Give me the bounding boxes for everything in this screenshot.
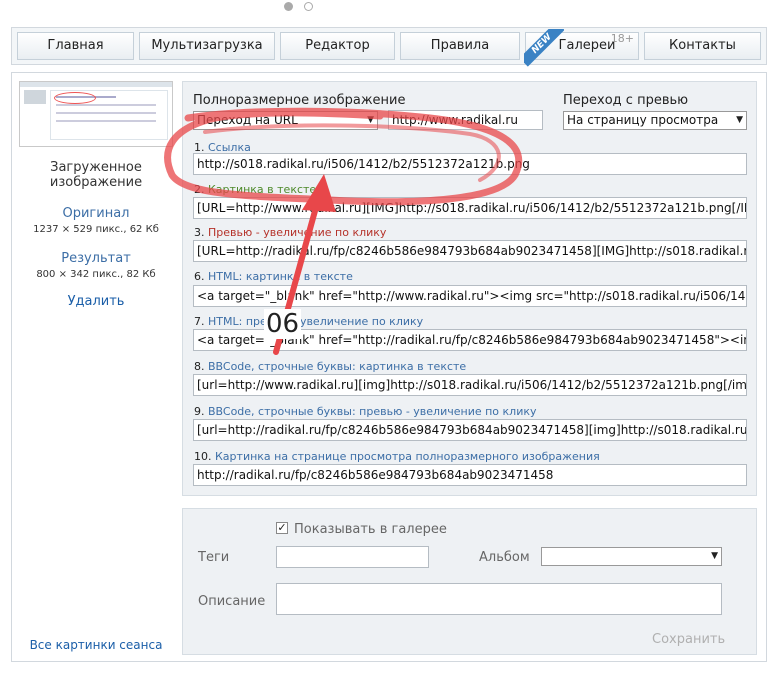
full-image-select[interactable]: Переход на URL ▼ <box>193 111 378 130</box>
result-info: 800 × 342 пикс., 82 Кб <box>36 269 156 280</box>
album-label: Альбом <box>479 550 530 565</box>
code-label-6: 6. HTML: картинка в тексте <box>194 270 353 283</box>
show-in-gallery-checkbox[interactable]: ✓ <box>276 522 288 534</box>
code-field-10[interactable]: http://radikal.ru/fp/c8246b586e984793b68… <box>193 464 747 486</box>
preview-select-value: На страницу просмотра <box>567 113 719 127</box>
code-label-9: 9. BBCode, строчные буквы: превью - увел… <box>194 405 537 418</box>
code-label-3: 3. Превью - увеличение по клику <box>194 226 387 239</box>
tags-label: Теги <box>198 550 230 565</box>
description-label: Описание <box>198 594 266 609</box>
code-label-7: 7. HTML: превью - увеличение по клику <box>194 315 424 328</box>
preview-select[interactable]: На страницу просмотра ▼ <box>563 111 747 130</box>
code-field-1[interactable]: http://s018.radikal.ru/i506/1412/b2/5512… <box>193 153 747 175</box>
nav-item-home[interactable]: Главная <box>17 32 134 60</box>
main-nav: Главная Мультизагрузка Редактор Правила … <box>11 27 767 67</box>
nav-item-multiupload[interactable]: Мультизагрузка <box>139 32 275 60</box>
code-label-10: 10. Картинка на странице просмотра полно… <box>194 450 600 463</box>
chevron-down-icon: ▼ <box>711 551 718 561</box>
code-field-9[interactable]: [url=http://radikal.ru/fp/c8246b586e9847… <box>193 419 747 441</box>
uploaded-thumbnail[interactable] <box>19 81 173 147</box>
code-field-6[interactable]: <a target="_blank" href="http://www.radi… <box>193 285 747 307</box>
image-info: Загруженное изображение Оригинал 1237 × … <box>19 160 173 309</box>
full-image-title: Полноразмерное изображение <box>193 93 406 108</box>
code-field-8[interactable]: [url=http://www.radikal.ru][img]http://s… <box>193 374 747 396</box>
full-image-select-value: Переход на URL <box>197 113 298 127</box>
nav-item-contacts[interactable]: Контакты <box>644 32 761 60</box>
album-select[interactable]: ▼ <box>541 547 722 566</box>
result-label: Результат <box>61 251 131 266</box>
uploaded-label: Загруженное изображение <box>49 160 143 190</box>
show-in-gallery-label: Показывать в галерее <box>294 522 447 537</box>
url-input[interactable]: http://www.radikal.ru <box>388 110 543 130</box>
nav-item-editor[interactable]: Редактор <box>280 32 395 60</box>
nav-item-galleries[interactable]: NEW Галереи 18+ <box>524 29 639 67</box>
annotation-number: 06 <box>264 309 302 339</box>
new-badge: NEW <box>524 29 564 69</box>
chevron-down-icon: ▼ <box>367 115 374 125</box>
age-badge: 18+ <box>610 32 634 45</box>
original-info: 1237 × 529 пикс., 62 Кб <box>33 224 159 235</box>
save-button[interactable]: Сохранить <box>652 632 725 647</box>
code-label-8: 8. BBCode, строчные буквы: картинка в те… <box>194 360 467 373</box>
all-pictures-link[interactable]: Все картинки сеанса <box>19 638 173 652</box>
chevron-down-icon: ▼ <box>736 115 743 125</box>
code-label-2: 2. Картинка в тексте <box>194 183 317 196</box>
delete-link[interactable]: Удалить <box>19 294 173 309</box>
tags-input[interactable] <box>276 546 429 568</box>
preview-title: Переход с превью <box>563 93 689 108</box>
code-field-2[interactable]: [URL=http://www.radikal.ru][IMG]http://s… <box>193 197 747 219</box>
description-textarea[interactable] <box>276 583 722 615</box>
nav-item-rules[interactable]: Правила <box>400 32 520 60</box>
original-label: Оригинал <box>62 206 130 221</box>
pager-dot-inactive[interactable] <box>304 2 313 11</box>
pager-dot-active[interactable] <box>284 2 293 11</box>
code-field-3[interactable]: [URL=http://radikal.ru/fp/c8246b586e9847… <box>193 240 747 262</box>
nav-item-galleries-label: Галереи <box>558 38 616 53</box>
